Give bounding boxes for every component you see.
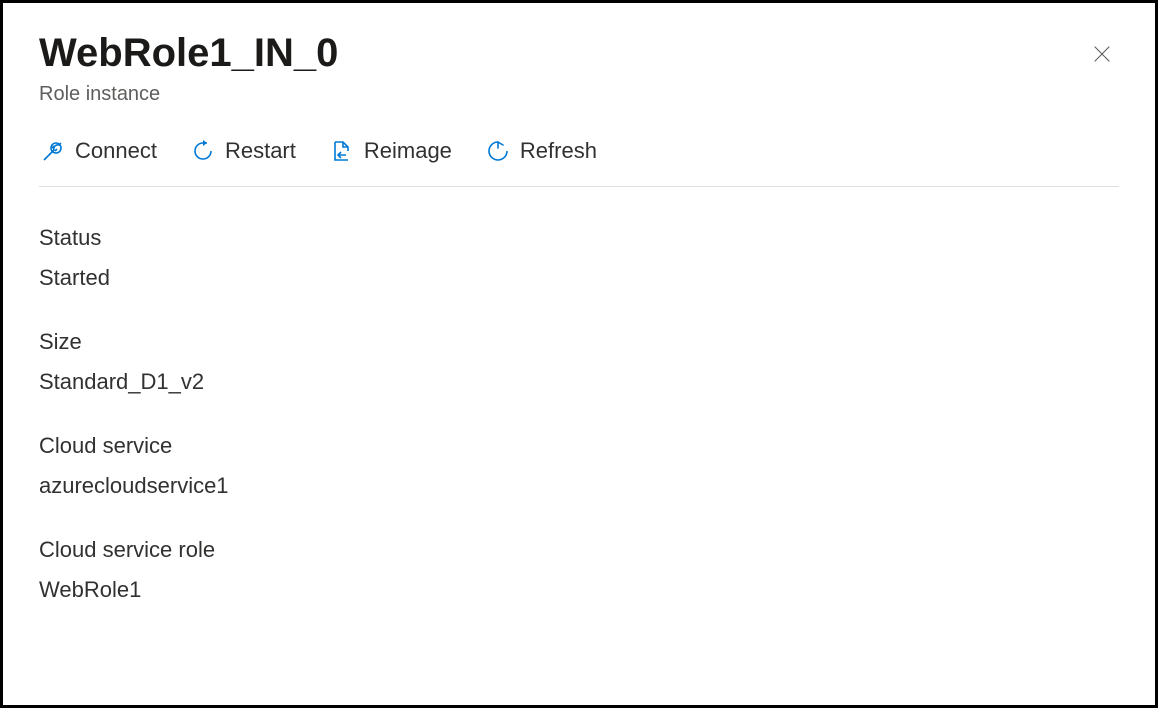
property-status: Status Started	[39, 225, 1119, 291]
size-value: Standard_D1_v2	[39, 369, 1119, 395]
reimage-label: Reimage	[364, 138, 452, 164]
cloud-service-role-value: WebRole1	[39, 577, 1119, 603]
header-text: WebRole1_IN_0 Role instance	[39, 31, 338, 106]
connect-label: Connect	[75, 138, 157, 164]
restart-icon	[191, 139, 215, 163]
refresh-button[interactable]: Refresh	[484, 134, 599, 168]
connect-icon	[41, 139, 65, 163]
restart-label: Restart	[225, 138, 296, 164]
header: WebRole1_IN_0 Role instance	[39, 31, 1119, 106]
page-title: WebRole1_IN_0	[39, 31, 338, 75]
status-label: Status	[39, 225, 1119, 251]
properties-panel: Status Started Size Standard_D1_v2 Cloud…	[39, 225, 1119, 603]
page-subtitle: Role instance	[39, 83, 338, 106]
status-value: Started	[39, 265, 1119, 291]
cloud-service-label: Cloud service	[39, 433, 1119, 459]
cloud-service-role-label: Cloud service role	[39, 537, 1119, 563]
toolbar: Connect Restart Reimage	[39, 134, 1119, 187]
reimage-button[interactable]: Reimage	[328, 134, 454, 168]
refresh-icon	[486, 139, 510, 163]
refresh-label: Refresh	[520, 138, 597, 164]
connect-button[interactable]: Connect	[39, 134, 159, 168]
close-icon	[1091, 53, 1113, 68]
size-label: Size	[39, 329, 1119, 355]
property-cloud-service-role: Cloud service role WebRole1	[39, 537, 1119, 603]
close-button[interactable]	[1085, 37, 1119, 74]
cloud-service-value: azurecloudservice1	[39, 473, 1119, 499]
reimage-icon	[330, 139, 354, 163]
restart-button[interactable]: Restart	[189, 134, 298, 168]
property-size: Size Standard_D1_v2	[39, 329, 1119, 395]
property-cloud-service: Cloud service azurecloudservice1	[39, 433, 1119, 499]
